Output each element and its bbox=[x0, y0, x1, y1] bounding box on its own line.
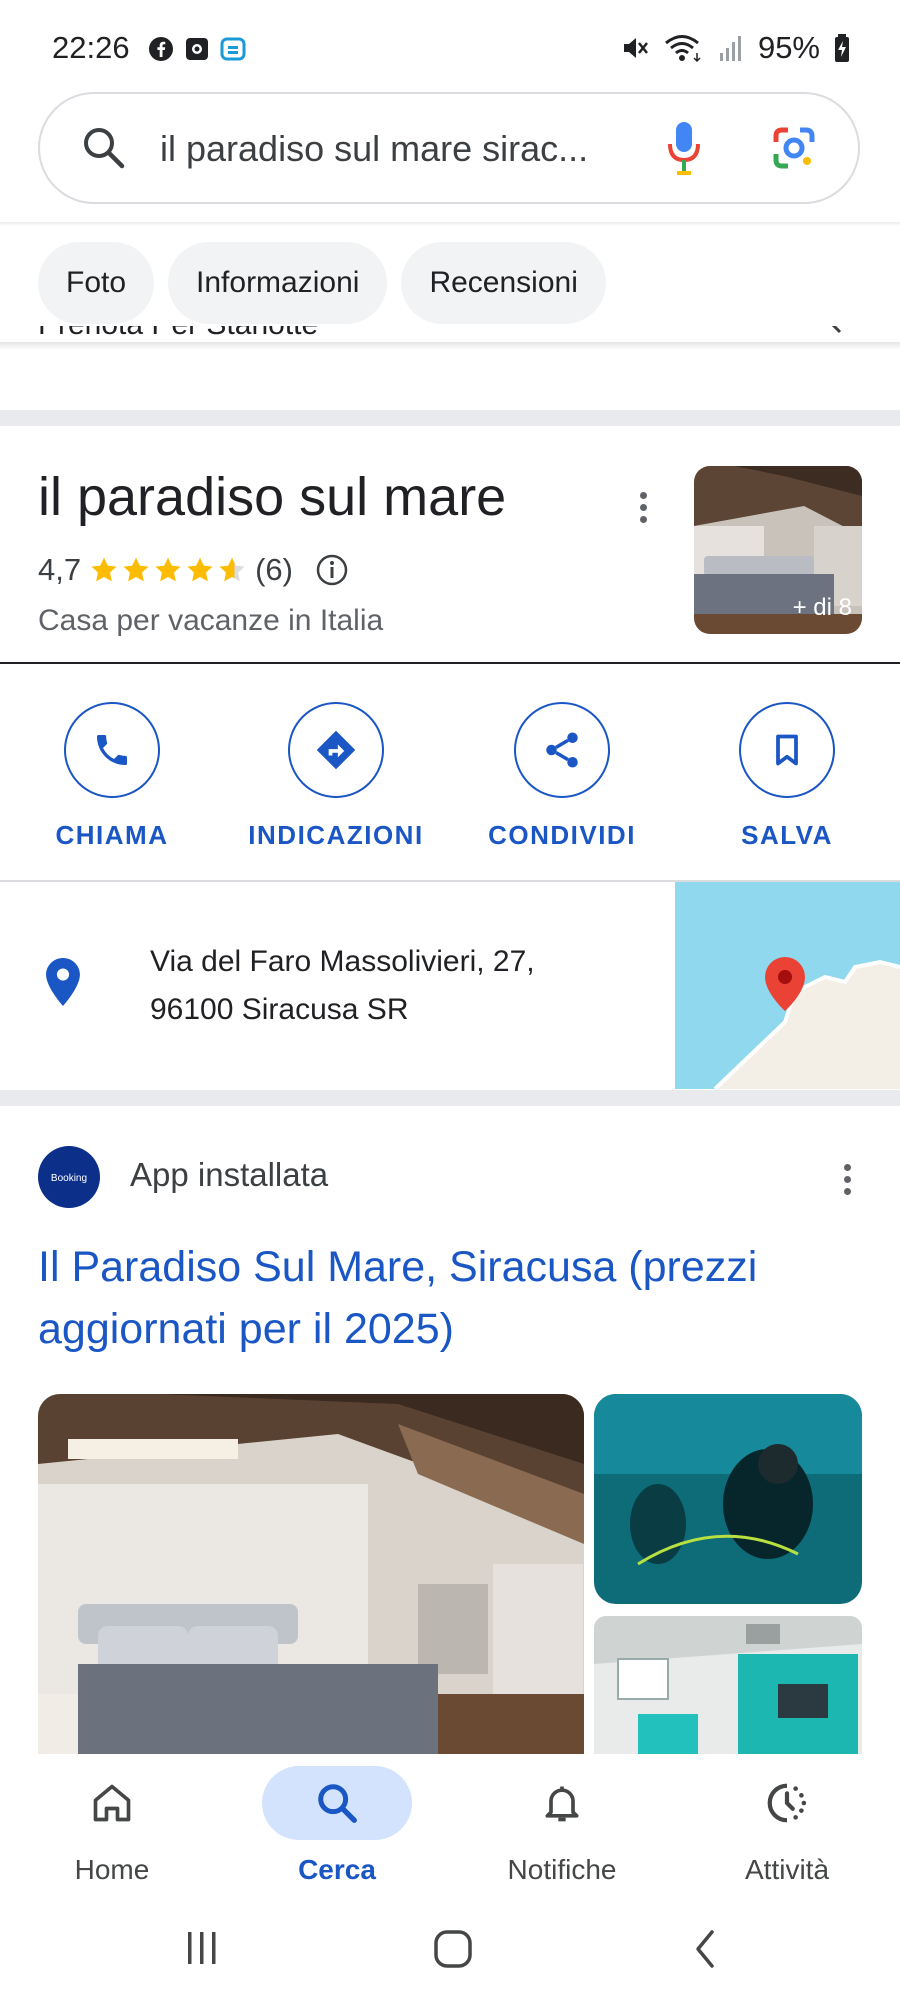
app-notification-icon bbox=[220, 37, 246, 61]
status-right: 95% bbox=[620, 30, 850, 66]
google-lens-icon[interactable] bbox=[770, 124, 818, 172]
share-button[interactable]: CONDIVIDI bbox=[472, 702, 652, 851]
activity-icon bbox=[767, 1783, 807, 1823]
place-options-button[interactable] bbox=[638, 492, 648, 523]
share-circle[interactable] bbox=[514, 702, 610, 798]
star-icon bbox=[123, 557, 149, 582]
booking-logo-text: Booking bbox=[51, 1173, 87, 1184]
save-circle[interactable] bbox=[739, 702, 835, 798]
star-icon bbox=[155, 557, 181, 582]
share-icon bbox=[546, 732, 578, 768]
bell-icon bbox=[545, 1786, 579, 1822]
back-icon[interactable] bbox=[690, 1928, 720, 1970]
nav-search-label: Cerca bbox=[298, 1854, 376, 1885]
bottom-navigation: Home Cerca Notifiche Attività bbox=[0, 1754, 900, 1900]
chip-recensioni[interactable]: Recensioni bbox=[401, 242, 606, 324]
photo-grid bbox=[38, 1394, 862, 1754]
star-icon bbox=[187, 557, 213, 582]
living-room-photo bbox=[594, 1616, 862, 1754]
nav-activity-pill[interactable] bbox=[712, 1766, 862, 1840]
location-pin-icon bbox=[46, 958, 80, 1006]
directions-circle[interactable] bbox=[288, 702, 384, 798]
save-label: SALVA bbox=[741, 820, 833, 850]
map-thumbnail[interactable] bbox=[675, 882, 900, 1089]
system-navigation-bar bbox=[0, 1900, 900, 2000]
result-photos[interactable] bbox=[38, 1394, 862, 1754]
home-icon bbox=[93, 1784, 131, 1822]
microphone-icon[interactable] bbox=[662, 118, 706, 178]
nav-notifications-label: Notifiche bbox=[507, 1854, 617, 1885]
status-notification-icons bbox=[148, 36, 246, 62]
review-count[interactable]: (6) bbox=[255, 552, 293, 588]
section-divider bbox=[0, 1090, 900, 1106]
bookmark-icon bbox=[776, 734, 798, 766]
star-rating bbox=[89, 555, 247, 585]
call-button[interactable]: CHIAMA bbox=[22, 702, 202, 851]
header-divider-line bbox=[0, 662, 900, 664]
mute-icon bbox=[623, 38, 648, 58]
wifi-icon bbox=[665, 35, 701, 63]
bedroom-photo-large bbox=[38, 1394, 584, 1754]
nav-home-pill[interactable] bbox=[37, 1766, 187, 1840]
facebook-icon bbox=[149, 37, 173, 61]
directions-button[interactable]: INDICAZIONI bbox=[246, 702, 426, 851]
address-line-1: Via del Faro Massolivieri, 27, bbox=[150, 945, 535, 978]
nav-search[interactable]: Cerca bbox=[237, 1766, 437, 1886]
place-photo-thumbnail[interactable]: + di 8 bbox=[694, 466, 862, 634]
half-star-icon bbox=[219, 557, 245, 582]
directions-label: INDICAZIONI bbox=[248, 820, 424, 850]
signal-icon bbox=[719, 36, 741, 61]
app-installed-label: App installata bbox=[130, 1156, 329, 1193]
nav-activity-label: Attività bbox=[744, 1854, 830, 1885]
nav-activity[interactable]: Attività bbox=[687, 1766, 887, 1886]
search-box[interactable]: il paradiso sul mare sirac... bbox=[38, 92, 860, 204]
directions-icon bbox=[316, 730, 356, 770]
nav-search-pill-active[interactable] bbox=[262, 1766, 412, 1840]
place-type: Casa per vacanze in Italia bbox=[38, 604, 384, 637]
section-divider bbox=[0, 410, 900, 426]
star-icon bbox=[91, 557, 117, 582]
share-label: CONDIVIDI bbox=[488, 820, 636, 850]
call-label: CHIAMA bbox=[55, 820, 169, 850]
diving-photo bbox=[594, 1394, 862, 1604]
map-image bbox=[675, 882, 900, 1089]
result-options-button[interactable] bbox=[842, 1164, 852, 1195]
header-divider bbox=[0, 222, 900, 226]
address-text[interactable]: Via del Faro Massolivieri, 27, 96100 Sir… bbox=[150, 938, 535, 1034]
rating-value: 4,7 bbox=[38, 552, 82, 587]
tabs-shadow bbox=[0, 342, 900, 350]
app-notification-icon bbox=[186, 38, 208, 60]
search-query[interactable]: il paradiso sul mare sirac... bbox=[160, 128, 588, 170]
save-button[interactable]: SALVA bbox=[697, 702, 877, 851]
more-vert-icon[interactable] bbox=[638, 492, 648, 523]
more-vert-icon[interactable] bbox=[842, 1164, 852, 1195]
home-button-icon[interactable] bbox=[432, 1928, 474, 1970]
result-title-link[interactable]: Il Paradiso Sul Mare, Siracusa (prezzi a… bbox=[38, 1236, 858, 1360]
info-icon[interactable] bbox=[315, 553, 349, 587]
nav-home-label: Home bbox=[74, 1854, 150, 1885]
rating-row[interactable]: 4,7 (6) bbox=[38, 552, 349, 588]
address-line-2: 96100 Siracusa SR bbox=[150, 993, 409, 1026]
place-title: il paradiso sul mare bbox=[38, 467, 507, 527]
battery-icon bbox=[835, 34, 849, 62]
status-bar: 22:26 95% bbox=[0, 0, 900, 90]
call-circle[interactable] bbox=[64, 702, 160, 798]
recent-apps-icon[interactable] bbox=[182, 1928, 222, 1968]
chip-informazioni[interactable]: Informazioni bbox=[168, 242, 388, 324]
filter-chips: Foto Informazioni Recensioni bbox=[38, 242, 606, 324]
nav-notifications[interactable]: Notifiche bbox=[462, 1766, 662, 1886]
search-icon bbox=[318, 1784, 357, 1823]
nav-home[interactable]: Home bbox=[12, 1766, 212, 1886]
booking-app-logo: Booking bbox=[38, 1146, 100, 1208]
booking-row-label: Prenota Per Stanotte bbox=[38, 326, 318, 342]
more-photos-label: + di 8 bbox=[792, 594, 852, 621]
status-time: 22:26 bbox=[52, 30, 130, 65]
phone-icon bbox=[97, 735, 127, 765]
nav-notifications-pill[interactable] bbox=[487, 1766, 637, 1840]
search-icon[interactable] bbox=[80, 124, 128, 172]
chip-foto[interactable]: Foto bbox=[38, 242, 155, 324]
battery-percentage: 95% bbox=[757, 30, 820, 65]
